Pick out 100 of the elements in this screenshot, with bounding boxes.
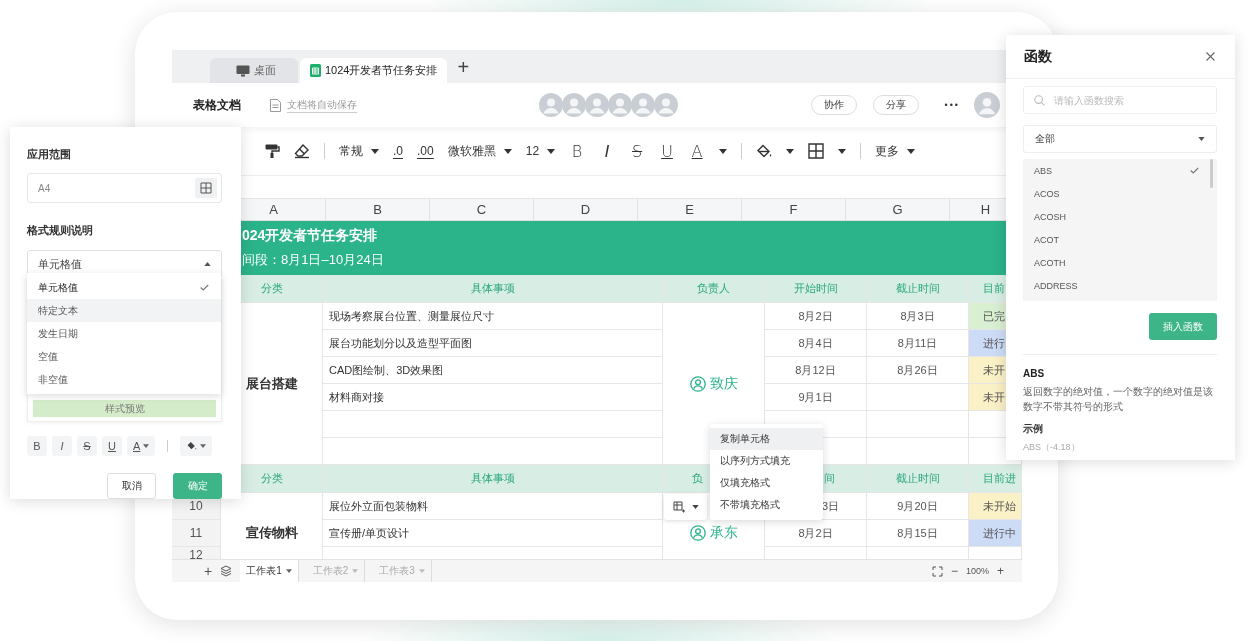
dropdown-option[interactable]: 单元格值 — [27, 276, 221, 299]
caret-icon[interactable] — [786, 148, 795, 154]
caret-icon — [204, 262, 211, 267]
strikethrough-button[interactable]: S — [77, 436, 97, 456]
field-label: 格式规则说明 — [27, 223, 94, 239]
task-cell: 材料商对接 — [323, 384, 663, 411]
autofill-icon — [672, 501, 685, 513]
column-heading: 开始时间 — [765, 275, 867, 303]
function-description: 返回数字的绝对值，一个数字的绝对值是该数字不带其符号的形式 — [1023, 385, 1214, 414]
scrollbar[interactable] — [1210, 159, 1213, 188]
underline-button[interactable]: U — [102, 436, 122, 456]
add-sheet-button[interactable]: + — [204, 564, 213, 578]
task-cell: 宣传册/单页设计 — [323, 520, 663, 547]
sheet-icon — [310, 64, 321, 77]
person-icon — [689, 525, 706, 541]
owner-name: 致庆 — [709, 374, 738, 393]
grid-icon[interactable] — [195, 178, 217, 199]
function-item[interactable]: ADDRESS — [1023, 274, 1217, 297]
caret-icon — [503, 148, 512, 154]
more-dropdown[interactable]: 更多 — [875, 142, 916, 160]
monitor-icon — [236, 64, 250, 77]
borders-icon[interactable] — [808, 143, 825, 159]
dropdown-option[interactable]: 特定文本 — [27, 299, 221, 322]
task-cell: 展台功能划分以及造型平面图 — [323, 330, 663, 357]
caret-icon[interactable] — [838, 148, 847, 154]
function-item[interactable]: ACOS — [1023, 182, 1217, 205]
row-number[interactable]: 11 — [172, 520, 221, 547]
eraser-icon[interactable] — [294, 143, 310, 159]
app-title: 表格文档 — [193, 96, 241, 114]
check-icon — [200, 284, 209, 291]
function-item[interactable]: ACOT — [1023, 228, 1217, 251]
fill-bucket-icon[interactable] — [756, 143, 773, 159]
date-cell: 8月12日 — [765, 357, 867, 384]
document-icon — [270, 98, 281, 112]
sheet-tab[interactable]: 工作表1 — [240, 560, 299, 582]
autofill-options-button[interactable] — [664, 494, 707, 520]
column-header[interactable]: B — [326, 199, 430, 220]
bold-button[interactable]: B — [569, 141, 586, 161]
italic-button[interactable]: I — [52, 436, 72, 456]
increase-decimal-button[interactable]: .00 — [417, 144, 434, 158]
font-size-dropdown[interactable]: 12 — [525, 144, 556, 158]
example-label: 示例 — [1023, 422, 1044, 436]
font-color-button[interactable]: A — [689, 141, 706, 161]
dropdown-option[interactable]: 非空值 — [27, 368, 221, 391]
layers-icon[interactable] — [220, 565, 233, 577]
column-heading: 截止时间 — [867, 275, 969, 303]
new-tab-button[interactable]: + — [457, 56, 470, 77]
date-cell: 8月2日 — [765, 303, 867, 330]
function-item[interactable]: ACOSH — [1023, 205, 1217, 228]
font-dropdown[interactable]: 微软雅黑 — [447, 142, 512, 160]
style-preview: 样式预览 — [33, 400, 216, 417]
avatar — [631, 93, 655, 117]
zoom-in-button[interactable]: + — [997, 565, 1004, 577]
strikethrough-button[interactable]: S — [629, 141, 646, 161]
task-cell: 展位外立面包装物料 — [323, 493, 663, 520]
range-field[interactable]: A4 — [27, 173, 222, 204]
column-header[interactable]: E — [638, 199, 742, 220]
avatar — [654, 93, 678, 117]
number-format-dropdown[interactable]: 常规 — [339, 142, 379, 160]
dropdown-option[interactable]: 空值 — [27, 345, 221, 368]
document-tab[interactable]: 1024开发者节任务安排 — [300, 58, 448, 83]
dropdown-option[interactable]: 发生日期 — [27, 322, 221, 345]
column-header[interactable]: C — [430, 199, 534, 220]
column-header[interactable]: G — [846, 199, 950, 220]
sheet-title: 024开发者节任务安排 — [242, 227, 379, 245]
close-icon[interactable] — [1206, 52, 1215, 61]
search-icon — [1034, 95, 1045, 106]
function-item[interactable]: ACOTH — [1023, 251, 1217, 274]
row-number[interactable]: 12 — [172, 547, 221, 559]
cancel-button[interactable]: 取消 — [107, 473, 156, 499]
function-item[interactable]: ABS — [1023, 159, 1217, 182]
column-header[interactable]: D — [534, 199, 638, 220]
underline-button[interactable]: U — [659, 141, 676, 161]
bold-button[interactable]: B — [27, 436, 47, 456]
status-cell: 进行中 — [969, 520, 1022, 547]
document-tab[interactable]: 桌面 — [210, 58, 298, 83]
category-dropdown[interactable]: 全部 — [1023, 125, 1217, 153]
caret-icon — [547, 148, 556, 154]
font-color-button[interactable]: A — [127, 436, 156, 456]
column-heading: 具体事项 — [323, 465, 663, 493]
caret-icon — [691, 505, 699, 509]
zoom-out-button[interactable]: − — [950, 565, 958, 577]
caret-icon — [1198, 137, 1205, 141]
avatar — [585, 93, 609, 117]
menu-item[interactable]: 复制单元格 — [710, 428, 823, 450]
italic-button[interactable]: I — [599, 141, 616, 161]
task-cell: 现场考察展台位置、测量展位尺寸 — [323, 303, 663, 330]
zoom-level: 100% — [965, 566, 989, 576]
column-header[interactable]: F — [742, 199, 846, 220]
avatar — [608, 93, 632, 117]
column-heading: 具体事项 — [323, 275, 663, 303]
more-button[interactable]: ••• — [944, 100, 960, 110]
status-cell: 未开始 — [969, 493, 1022, 520]
fullscreen-icon[interactable] — [931, 565, 943, 577]
caret-icon[interactable] — [719, 148, 728, 154]
search-field[interactable]: 请输入函数搜索 — [1023, 86, 1217, 114]
decrease-decimal-button[interactable]: .0 — [393, 144, 403, 158]
period-text: 间段：8月1日–10月24日 — [242, 251, 385, 269]
paint-roller-icon[interactable] — [264, 143, 280, 159]
fill-color-button[interactable] — [180, 436, 213, 456]
